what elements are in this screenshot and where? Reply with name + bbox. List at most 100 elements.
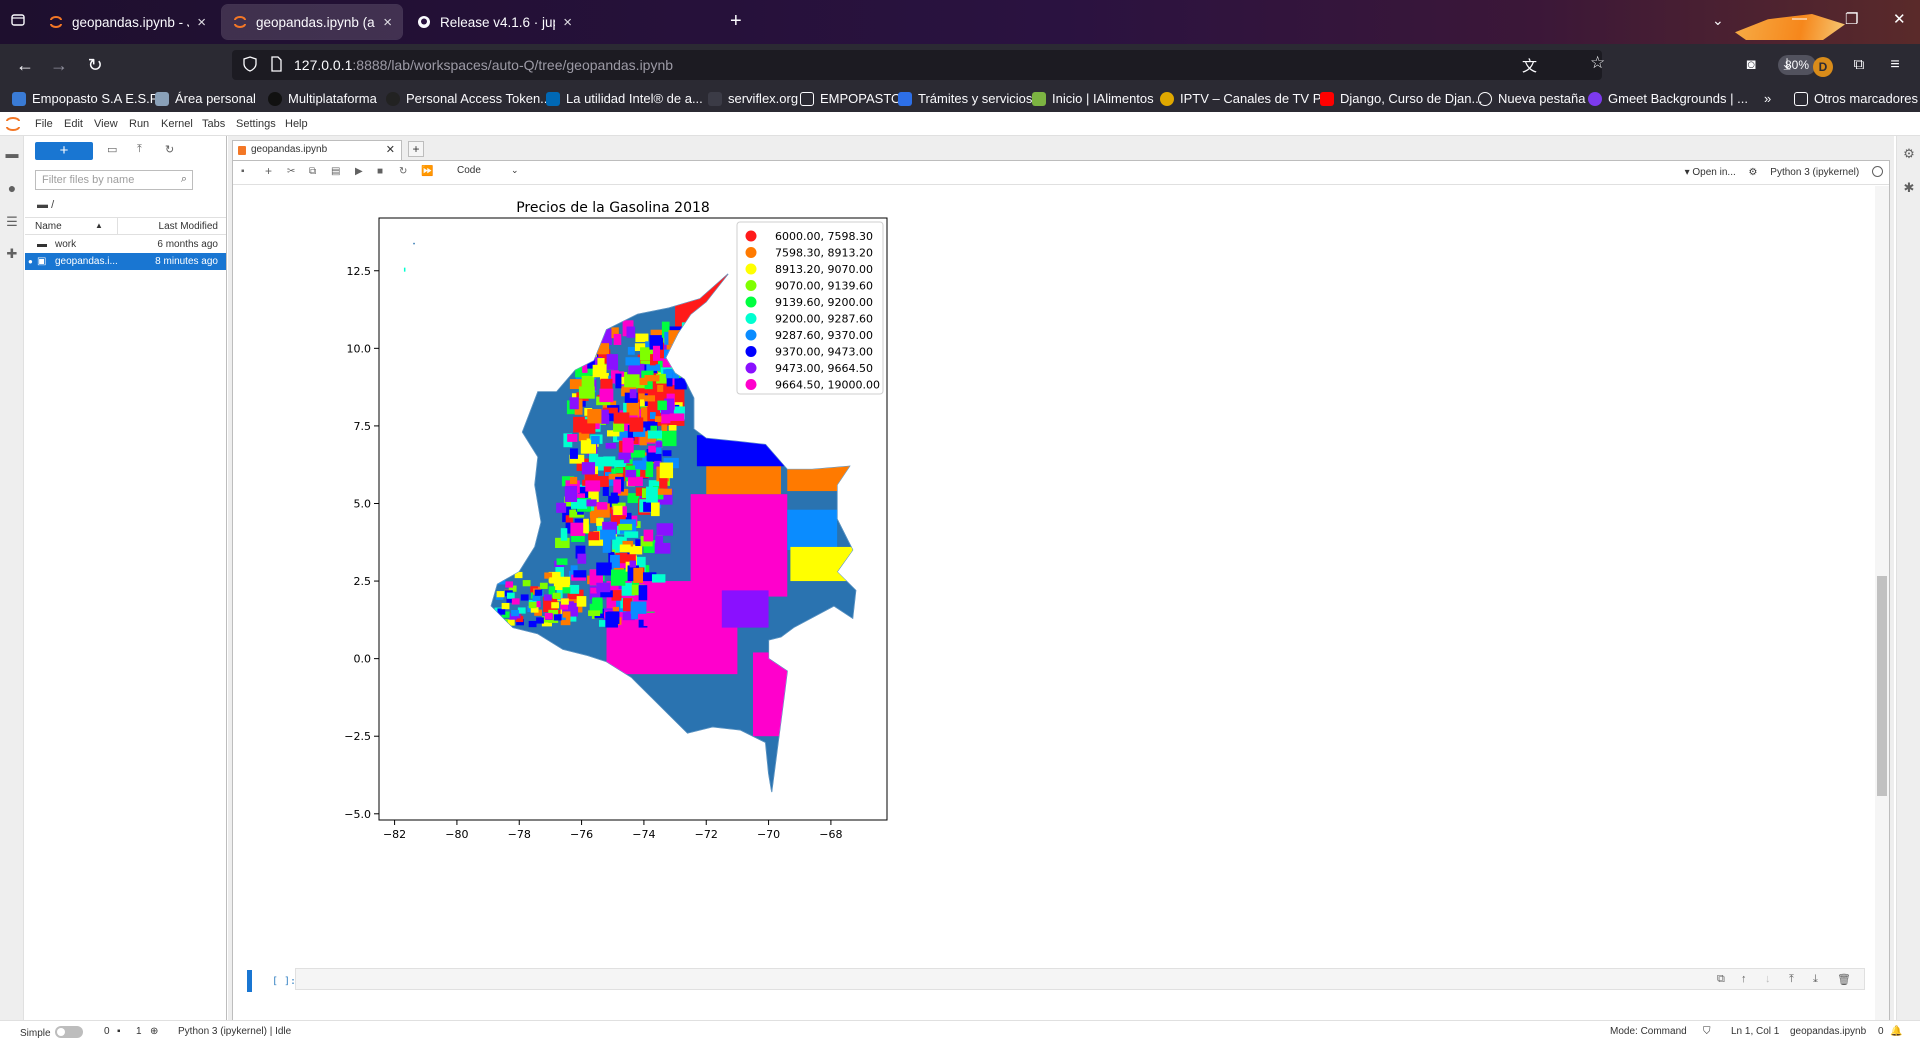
bookmark-item[interactable]: Nueva pestaña bbox=[1478, 91, 1585, 106]
settings-gear-icon[interactable]: ⚙ bbox=[1749, 167, 1758, 178]
restart-run-all-icon[interactable]: ⏩ bbox=[421, 166, 433, 177]
menu-kernel[interactable]: Kernel bbox=[161, 118, 193, 130]
scrollbar-thumb[interactable] bbox=[1877, 576, 1887, 796]
reload-icon[interactable]: ↻ bbox=[82, 52, 108, 78]
simple-mode-toggle[interactable]: Simple bbox=[20, 1026, 83, 1039]
browser-tab-active[interactable]: geopandas.ipynb (auto-Q) - Jup × bbox=[221, 4, 403, 40]
kernel-name-button[interactable]: Python 3 (ipykernel) bbox=[1770, 167, 1859, 178]
insert-below-icon[interactable]: ⤓ bbox=[1813, 973, 1818, 986]
kernels-count[interactable]: 1 bbox=[136, 1026, 142, 1037]
browser-tab[interactable]: geopandas.ipynb - JupyterLab × bbox=[38, 5, 216, 39]
bookmark-item[interactable]: La utilidad Intel® de a... bbox=[546, 91, 703, 106]
back-icon[interactable]: ← bbox=[12, 52, 38, 78]
run-icon[interactable]: ▶ bbox=[355, 166, 363, 177]
filter-files-input[interactable]: Filter files by name ⌕ bbox=[35, 170, 193, 190]
save-icon[interactable]: ▪ bbox=[241, 166, 245, 177]
cursor-position[interactable]: Ln 1, Col 1 bbox=[1731, 1026, 1779, 1037]
debugger-icon[interactable]: ✱ bbox=[1902, 180, 1916, 195]
notebook-scrollbar[interactable] bbox=[1875, 186, 1889, 1028]
bookmark-item[interactable]: Empopasto S.A E.S.P. bbox=[12, 91, 160, 106]
tab-list-icon[interactable] bbox=[10, 12, 30, 32]
new-folder-icon[interactable]: ▭ bbox=[107, 143, 117, 156]
url-text[interactable]: 127.0.0.1:8888/lab/workspaces/auto-Q/tre… bbox=[294, 57, 673, 73]
copy-icon[interactable]: ⧉ bbox=[309, 166, 316, 177]
menu-icon[interactable]: ≡ bbox=[1882, 52, 1908, 78]
bookmark-item[interactable]: Django, Curso de Djan... bbox=[1320, 91, 1482, 106]
bookmark-item[interactable]: Inicio | IAlimentos bbox=[1032, 91, 1154, 106]
tab-overflow-icon[interactable]: ⌄ bbox=[1712, 12, 1724, 29]
pocket-icon[interactable]: ◙ bbox=[1738, 52, 1764, 78]
folder-icon[interactable]: ▬ bbox=[5, 146, 19, 161]
notebook-content[interactable]: Precios de la Gasolina 2018 −82 −80 −78 −76… bbox=[233, 186, 1889, 1028]
restart-icon[interactable]: ↻ bbox=[399, 166, 407, 177]
close-tab-icon[interactable]: × bbox=[563, 14, 572, 31]
extensions-icon[interactable]: ⧉ bbox=[1846, 52, 1872, 78]
bookmark-item[interactable]: Multiplataforma bbox=[268, 91, 377, 106]
file-row-notebook[interactable]: ● ▣ geopandas.i... 8 minutes ago bbox=[25, 253, 226, 270]
paste-icon[interactable]: ▤ bbox=[331, 166, 340, 177]
menu-edit[interactable]: Edit bbox=[64, 118, 83, 130]
refresh-icon[interactable]: ↻ bbox=[165, 143, 174, 156]
url-bar[interactable]: 127.0.0.1:8888/lab/workspaces/auto-Q/tre… bbox=[232, 50, 1817, 80]
cut-icon[interactable]: ✂ bbox=[287, 166, 295, 177]
new-launcher-button[interactable]: + bbox=[35, 142, 93, 160]
close-window-icon[interactable]: ✕ bbox=[1893, 10, 1906, 28]
upload-icon[interactable]: ⤒ bbox=[137, 143, 142, 156]
sort-arrow-icon[interactable]: ▲ bbox=[95, 221, 103, 230]
stop-icon[interactable]: ■ bbox=[377, 166, 383, 177]
cell-type-select[interactable]: Code ⌄ bbox=[457, 165, 527, 181]
close-icon[interactable]: ✕ bbox=[386, 141, 395, 159]
cell-editor[interactable] bbox=[295, 968, 1865, 990]
menu-help[interactable]: Help bbox=[285, 118, 308, 130]
kernel-status-text[interactable]: Python 3 (ipykernel) | Idle bbox=[178, 1026, 291, 1037]
account-avatar[interactable]: D bbox=[1810, 52, 1836, 78]
property-inspector-icon[interactable]: ⚙ bbox=[1902, 146, 1916, 161]
other-bookmarks-folder[interactable]: Otros marcadores bbox=[1794, 91, 1918, 106]
forward-icon[interactable]: → bbox=[46, 52, 72, 78]
menu-tabs[interactable]: Tabs bbox=[202, 118, 225, 130]
toggle-switch[interactable] bbox=[54, 1026, 83, 1038]
table-of-contents-icon[interactable]: ☰ bbox=[5, 214, 19, 229]
terminals-count[interactable]: 0 bbox=[104, 1026, 110, 1037]
bookmark-item[interactable]: serviflex.org bbox=[708, 91, 798, 106]
insert-cell-icon[interactable]: + bbox=[265, 164, 272, 178]
shield-icon[interactable] bbox=[242, 56, 258, 77]
code-cell[interactable]: [ ]: ⧉ ↑ ↓ ⤒ ⤓ 🗑 bbox=[247, 968, 1867, 998]
delete-cell-icon[interactable]: 🗑 bbox=[1837, 973, 1851, 986]
insert-above-icon[interactable]: ⤒ bbox=[1789, 973, 1794, 986]
breadcrumb-root[interactable]: / bbox=[51, 199, 54, 211]
bookmark-item[interactable]: IPTV – Canales de TV P... bbox=[1160, 91, 1331, 106]
menu-run[interactable]: Run bbox=[129, 118, 149, 130]
notebook-tab[interactable]: geopandas.ipynb ✕ bbox=[232, 140, 402, 160]
bell-icon[interactable]: 🔔 bbox=[1890, 1026, 1902, 1037]
browser-tab[interactable]: Release v4.1.6 · jupyterlab/jupyt × bbox=[406, 5, 582, 39]
menu-settings[interactable]: Settings bbox=[236, 118, 276, 130]
menu-file[interactable]: File bbox=[35, 118, 53, 130]
add-tab-button[interactable]: + bbox=[408, 141, 424, 157]
close-tab-icon[interactable]: × bbox=[383, 14, 392, 31]
bookmark-item[interactable]: Área personal bbox=[155, 91, 256, 106]
page-info-icon[interactable] bbox=[268, 56, 284, 77]
duplicate-cell-icon[interactable]: ⧉ bbox=[1717, 973, 1725, 986]
restore-icon[interactable]: ❐ bbox=[1845, 10, 1858, 28]
move-up-icon[interactable]: ↑ bbox=[1741, 973, 1747, 985]
minimize-icon[interactable]: — bbox=[1792, 10, 1807, 27]
bookmarks-overflow-icon[interactable]: » bbox=[1764, 91, 1771, 106]
running-kernels-icon[interactable]: ● bbox=[5, 180, 19, 196]
translate-icon[interactable]: 文 bbox=[1522, 55, 1537, 76]
menu-view[interactable]: View bbox=[94, 118, 118, 130]
column-name[interactable]: Name bbox=[35, 221, 62, 232]
column-modified[interactable]: Last Modified bbox=[159, 221, 218, 232]
new-tab-button[interactable]: + bbox=[730, 10, 742, 33]
open-in-button[interactable]: ▾ Open in... bbox=[1685, 167, 1736, 178]
bookmark-item[interactable]: Trámites y servicios bbox=[898, 91, 1032, 106]
downloads-icon[interactable]: ⤓ bbox=[1774, 52, 1800, 78]
extensions-icon[interactable]: ✚ bbox=[5, 246, 19, 261]
breadcrumb[interactable]: ▬ / bbox=[37, 199, 54, 211]
close-tab-icon[interactable]: × bbox=[197, 14, 206, 31]
bookmark-item[interactable]: Gmeet Backgrounds | ... bbox=[1588, 91, 1748, 106]
bookmark-folder[interactable]: EMPOPASTO bbox=[800, 91, 901, 106]
bookmark-star-icon[interactable]: ☆ bbox=[1590, 53, 1605, 73]
notifications-count[interactable]: 0 bbox=[1878, 1026, 1884, 1037]
file-row-folder[interactable]: ▬ work 6 months ago bbox=[25, 236, 226, 253]
